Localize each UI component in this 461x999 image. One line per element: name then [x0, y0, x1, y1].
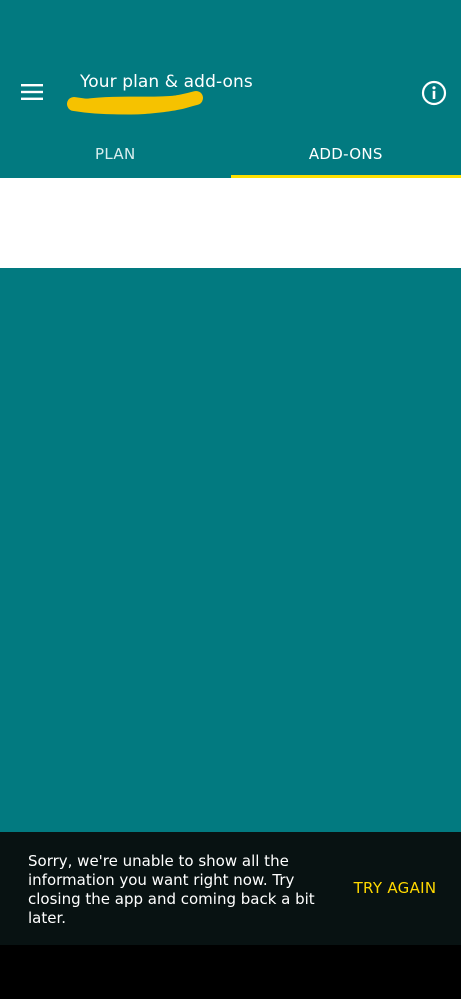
info-button[interactable]	[414, 73, 454, 113]
try-again-button[interactable]: TRY AGAIN	[340, 870, 450, 906]
menu-button[interactable]	[12, 72, 52, 112]
info-icon	[421, 80, 447, 106]
tab-bar: PLAN ADD-ONS	[0, 130, 461, 178]
snackbar-message: Sorry, we're unable to show all the info…	[28, 852, 315, 927]
tab-add-ons[interactable]: ADD-ONS	[230, 130, 461, 178]
redaction-scribble	[67, 91, 203, 115]
system-navigation-bar	[0, 945, 461, 999]
app-bar: Your plan & add-ons	[0, 0, 461, 130]
content-placeholder	[0, 178, 461, 268]
tab-add-ons-label: ADD-ONS	[308, 145, 383, 163]
tab-plan[interactable]: PLAN	[0, 130, 231, 178]
error-snackbar: Sorry, we're unable to show all the info…	[0, 832, 461, 945]
menu-icon	[21, 84, 43, 100]
screen: Your plan & add-ons PLAN ADD-ONS Sorry, …	[0, 0, 461, 999]
tab-plan-label: PLAN	[95, 145, 136, 163]
